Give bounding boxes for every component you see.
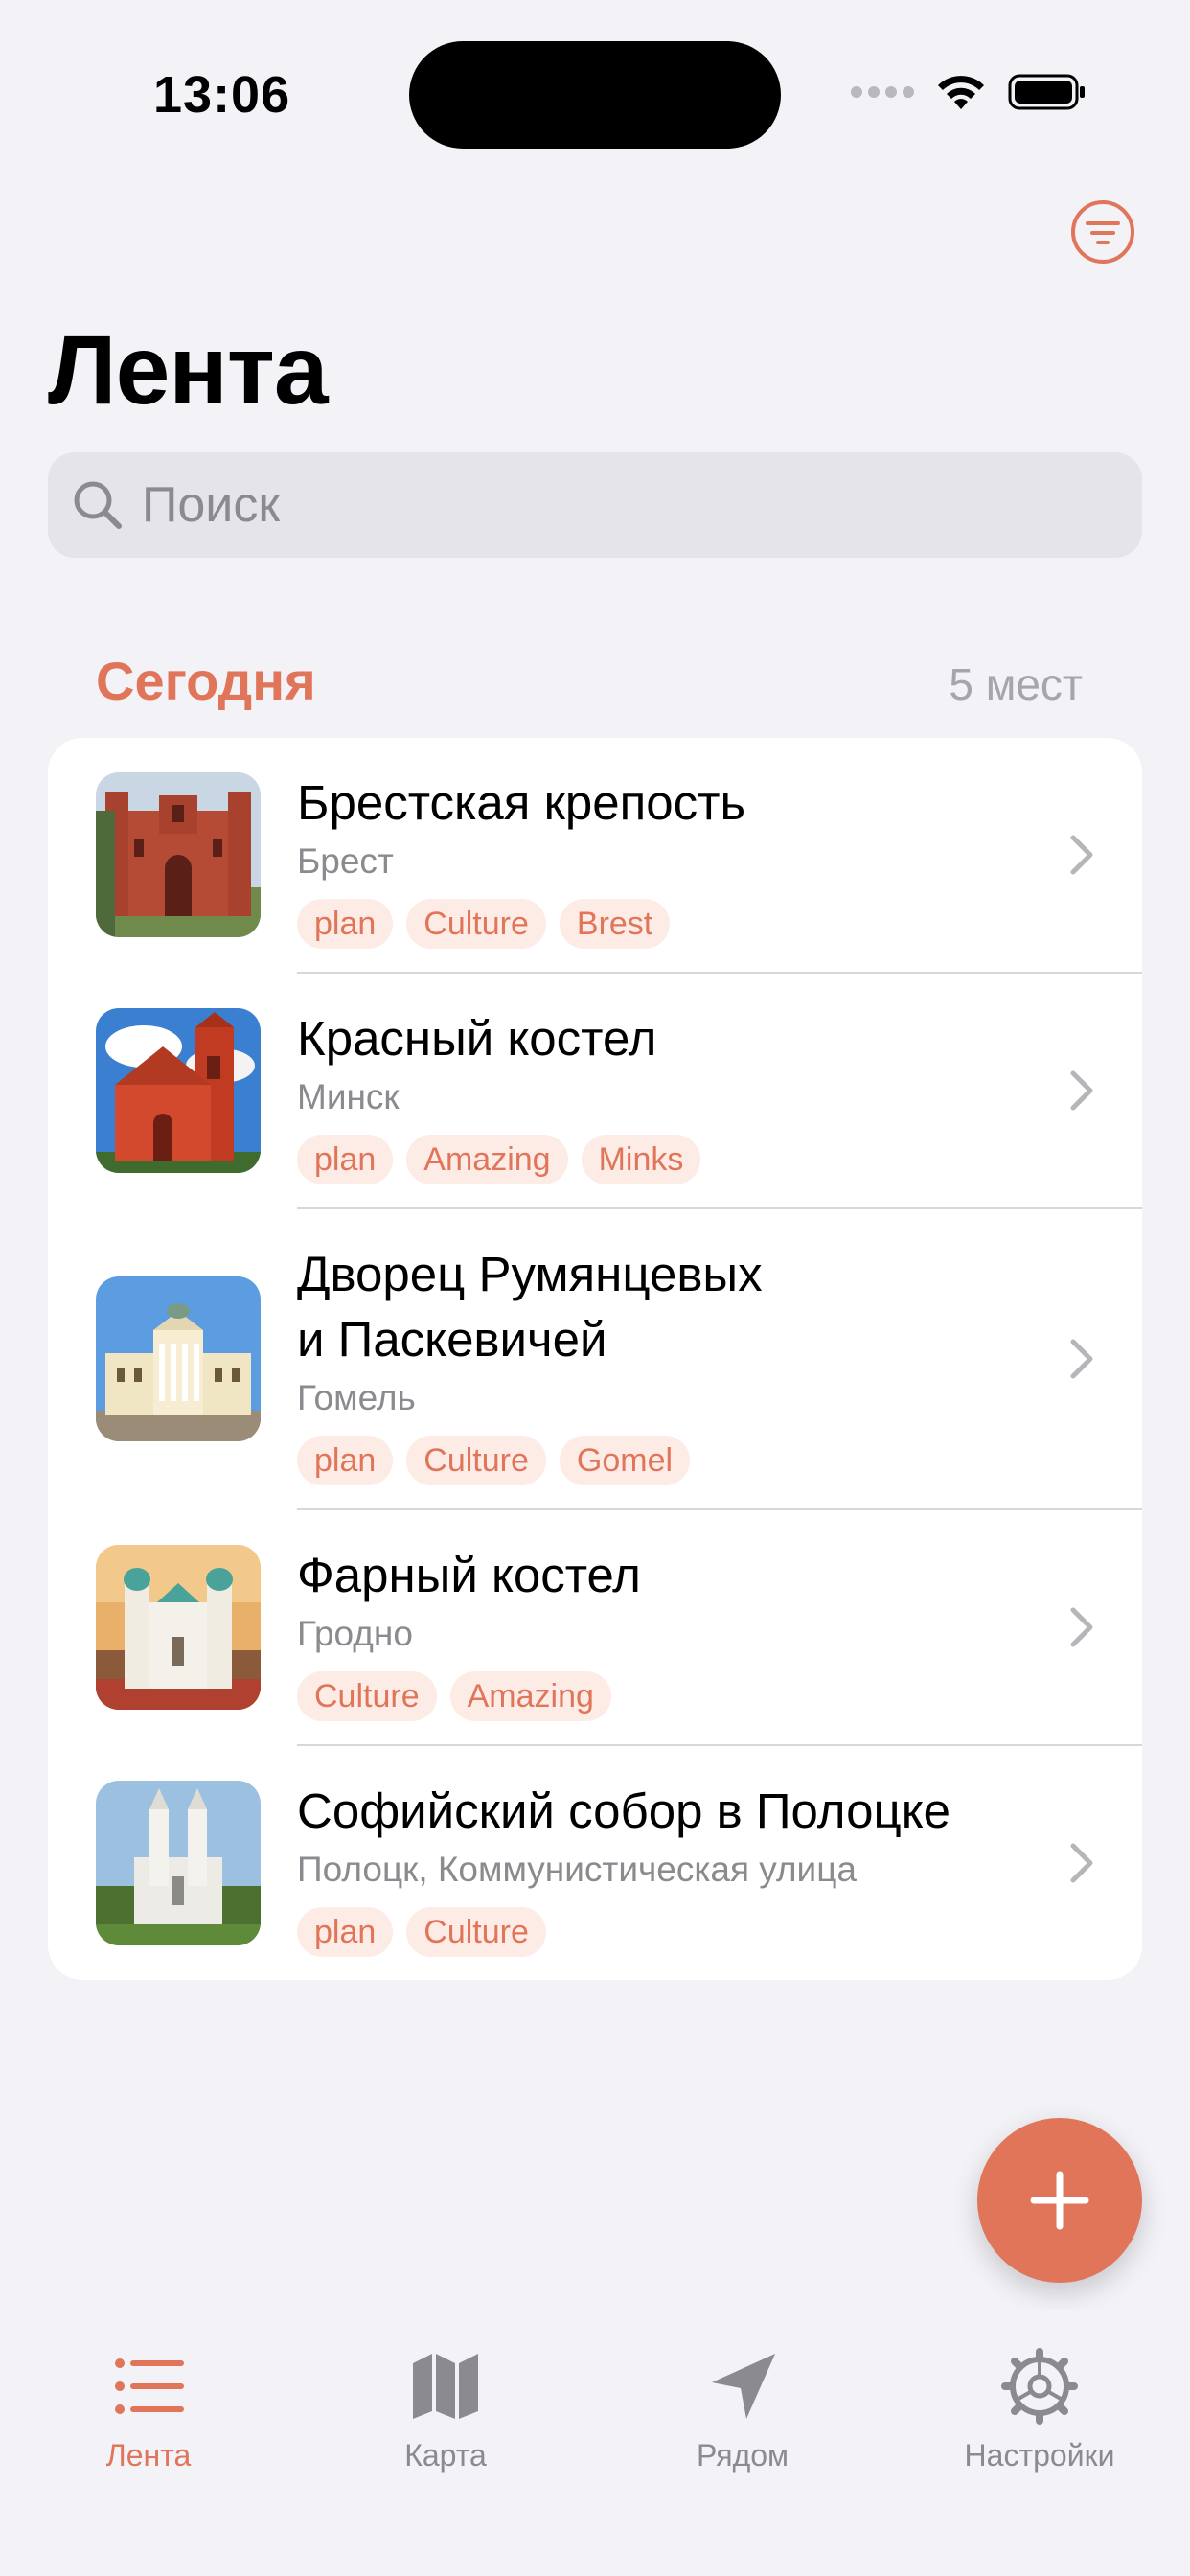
search-icon [74, 481, 122, 529]
tab-map[interactable]: Карта [331, 2348, 561, 2473]
thumbnail-farny-church [96, 1545, 261, 1710]
tag: Amazing [449, 1671, 611, 1721]
section-title: Сегодня [96, 651, 316, 711]
tab-settings[interactable]: Настройки [925, 2348, 1155, 2473]
tab-label: Настройки [964, 2438, 1115, 2472]
filter-button[interactable] [1069, 198, 1136, 265]
battery-icon [1008, 74, 1085, 110]
tab-label: Карта [404, 2438, 487, 2472]
item-title: Софийский собор в Полоцке [297, 1783, 950, 1838]
thumbnail-palace [96, 1276, 261, 1441]
wifi-icon [938, 76, 984, 109]
status-icons [851, 73, 1087, 111]
tag: Minks [581, 1135, 701, 1184]
item-text: Красный костел Минск plan Amazing Minks [297, 1006, 1025, 1184]
plus-icon [1030, 2171, 1089, 2230]
item-subtitle: Полоцк, Коммунистическая улица [297, 1850, 857, 1889]
tag-list: plan Culture Gomel [297, 1436, 1025, 1485]
chevron-right-icon [1070, 835, 1093, 875]
add-place-button[interactable] [977, 2118, 1142, 2283]
thumbnail-brest-fortress [96, 772, 261, 937]
status-bar: 13:06 [0, 0, 1190, 192]
list-item[interactable]: Дворец Румянцевых и Паскевичей Гомель pl… [48, 1209, 1142, 1509]
item-subtitle: Гродно [297, 1614, 413, 1653]
tag-list: plan Culture Brest [297, 899, 1025, 949]
tab-nearby[interactable]: Рядом [628, 2348, 858, 2473]
item-subtitle: Минск [297, 1077, 400, 1116]
chevron-right-icon [1070, 1843, 1093, 1883]
item-title: Красный костел [297, 1011, 657, 1066]
tag: plan [297, 1436, 394, 1485]
list-item[interactable]: Фарный костел Гродно Culture Amazing [48, 1510, 1142, 1745]
chevron-right-icon [1070, 1339, 1093, 1379]
item-subtitle: Гомель [297, 1378, 416, 1417]
item-title: Дворец Румянцевых и Паскевичей [297, 1247, 763, 1367]
item-text: Дворец Румянцевых и Паскевичей Гомель pl… [297, 1242, 1025, 1485]
tag-list: Culture Amazing [297, 1671, 1025, 1721]
tag: plan [297, 1907, 394, 1957]
chevron-right-icon [1070, 1070, 1093, 1111]
page-title: Лента [48, 315, 329, 425]
tag: Gomel [559, 1436, 691, 1485]
cellular-signal-icon [851, 86, 914, 98]
gear-icon [1001, 2348, 1078, 2425]
item-title: Фарный костел [297, 1548, 641, 1602]
section-header: Сегодня 5 мест [96, 650, 1083, 712]
thumbnail-red-church [96, 1008, 261, 1173]
tag: Culture [406, 1436, 546, 1485]
tag: plan [297, 899, 394, 949]
status-time: 13:06 [153, 66, 291, 124]
list-item[interactable]: Брестская крепость Брест plan Culture Br… [48, 738, 1142, 973]
list-icon [115, 2358, 184, 2414]
places-list: Брестская крепость Брест plan Culture Br… [48, 738, 1142, 1980]
list-item[interactable]: Софийский собор в Полоцке Полоцк, Коммун… [48, 1746, 1142, 1980]
thumbnail-sofia-cathedral [96, 1781, 261, 1945]
tab-feed[interactable]: Лента [34, 2348, 263, 2473]
tag-list: plan Culture [297, 1907, 1025, 1957]
item-text: Фарный костел Гродно Culture Amazing [297, 1543, 1025, 1721]
search-bar[interactable] [48, 452, 1142, 558]
item-title: Брестская крепость [297, 775, 746, 830]
tab-label: Лента [105, 2438, 192, 2472]
tab-bar: Лента Карта Рядом Настройки [0, 2310, 1190, 2576]
tag: Culture [406, 1907, 546, 1957]
tag: Culture [297, 1671, 437, 1721]
item-text: Брестская крепость Брест plan Culture Br… [297, 770, 1025, 949]
tag: Amazing [406, 1135, 568, 1184]
tag: Culture [406, 899, 546, 949]
chevron-right-icon [1070, 1607, 1093, 1647]
tag-list: plan Amazing Minks [297, 1135, 1025, 1184]
section-count: 5 мест [949, 659, 1083, 709]
dynamic-island [409, 41, 781, 149]
tag: Brest [559, 899, 671, 949]
tab-label: Рядом [696, 2438, 790, 2472]
item-subtitle: Брест [297, 841, 394, 881]
filter-icon [1071, 200, 1134, 264]
location-arrow-icon [712, 2354, 775, 2419]
search-input[interactable] [142, 476, 1100, 534]
item-text: Софийский собор в Полоцке Полоцк, Коммун… [297, 1779, 1025, 1957]
tag: plan [297, 1135, 394, 1184]
list-item[interactable]: Красный костел Минск plan Amazing Minks [48, 974, 1142, 1208]
map-icon [413, 2354, 478, 2419]
